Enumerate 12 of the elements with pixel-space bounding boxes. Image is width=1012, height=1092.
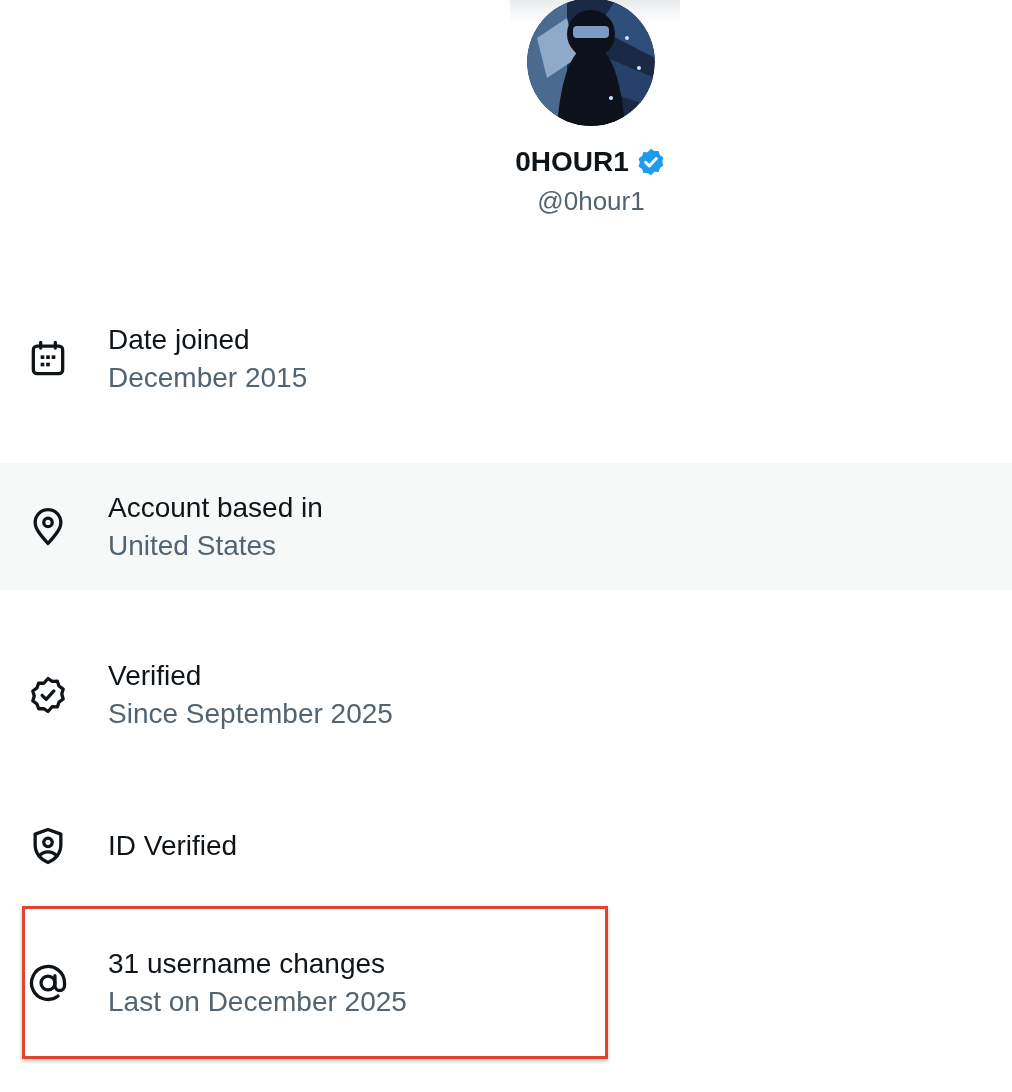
item-subtitle: United States: [108, 528, 278, 563]
item-subtitle: Last on December 2025: [108, 984, 407, 1019]
info-row[interactable]: Account based in United States: [0, 463, 1012, 590]
item-title: ID Verified: [108, 829, 238, 863]
item-title: 31 username changes: [108, 946, 387, 981]
item-subtitle: December 2015: [108, 360, 308, 395]
item-title: Account based in: [108, 490, 323, 525]
item-subtitle: Since September 2025: [108, 696, 393, 731]
item-title: Verified: [108, 658, 203, 693]
item-title: Date joined: [108, 322, 251, 357]
user-handle: @0hour1: [537, 185, 645, 218]
display-name: 0HOUR1: [515, 145, 629, 179]
